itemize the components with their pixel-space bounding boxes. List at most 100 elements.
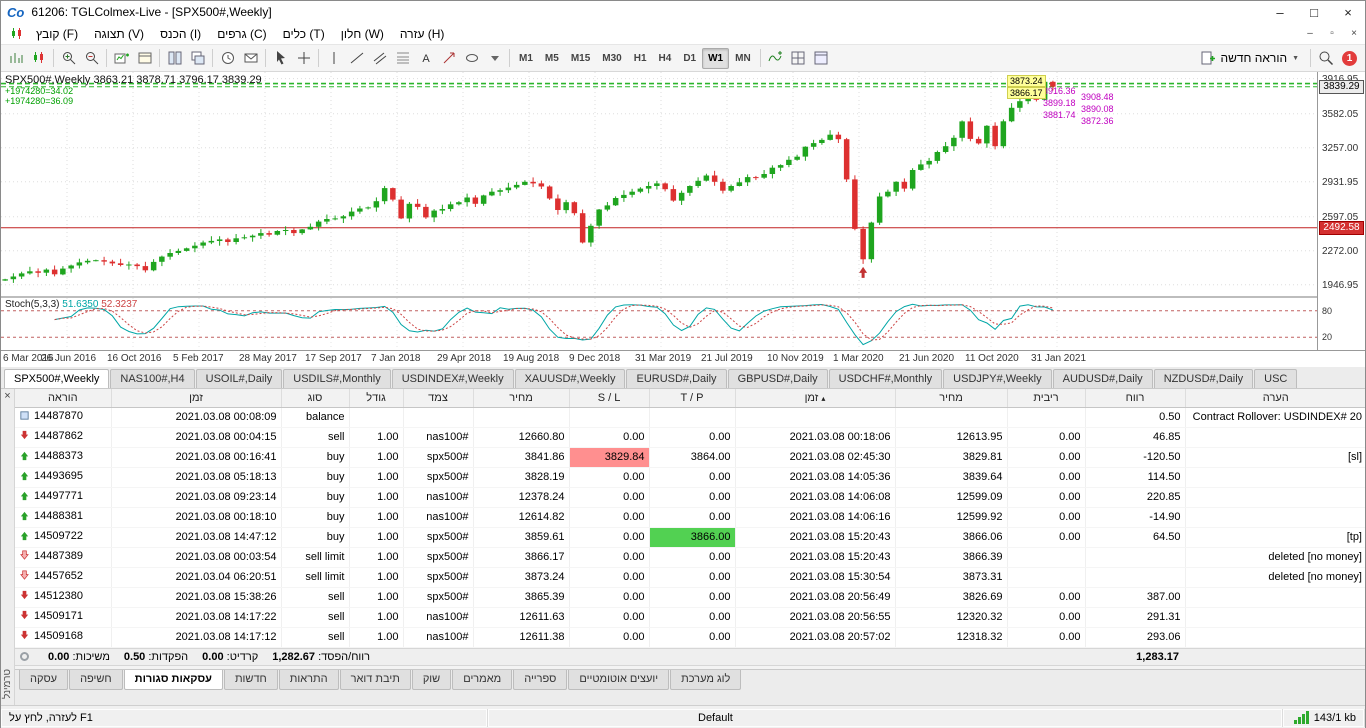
zoom-in-icon[interactable]	[57, 47, 80, 70]
charts-grid-icon[interactable]	[787, 47, 810, 70]
timeframe-H1[interactable]: H1	[628, 48, 653, 69]
timeframe-M5[interactable]: M5	[539, 48, 565, 69]
export-icon[interactable]	[239, 47, 262, 70]
history-row[interactable]: 14509168 2021.03.08 14:17:12 sell 1.00 nas10…	[15, 627, 1365, 648]
new-order-button[interactable]: הוראה חדשה ▼	[1192, 47, 1307, 69]
terminal-tab-experts[interactable]: יועצים אוטומטיים	[568, 670, 670, 690]
menu-insert[interactable]: הכנס (I)	[152, 25, 209, 43]
order-price-tag[interactable]: 3899.18	[1043, 98, 1076, 108]
indicators-icon[interactable]	[764, 47, 787, 70]
channel-icon[interactable]	[368, 47, 391, 70]
terminal-tab-library[interactable]: ספרייה	[513, 670, 568, 690]
col-comment[interactable]: הערה	[1185, 389, 1365, 408]
history-row[interactable]: 14509722 2021.03.08 14:47:12 buy 1.00 spx500…	[15, 527, 1365, 548]
history-row[interactable]: 14487389 2021.03.08 00:03:54 sell limit 1.0…	[15, 547, 1365, 568]
chart-tab-USOIL-Daily[interactable]: USOIL#,Daily	[195, 369, 283, 388]
col-open-price[interactable]: מחיר	[473, 389, 570, 408]
bar-chart-icon[interactable]	[4, 47, 27, 70]
terminal-tab-articles[interactable]: מאמרים	[452, 670, 513, 690]
terminal-close-icon[interactable]: ×	[4, 390, 10, 403]
col-close-time[interactable]: זמן ▴	[735, 389, 896, 408]
notification-badge[interactable]: 1	[1342, 50, 1357, 66]
timeframe-MN[interactable]: MN	[729, 48, 757, 69]
order-price-tag[interactable]: 3908.48	[1081, 92, 1114, 102]
arrows-icon[interactable]	[437, 47, 460, 70]
menu-help[interactable]: עזרה (H)	[392, 25, 453, 43]
menu-tools[interactable]: כלים (T)	[275, 25, 333, 43]
maximize-button[interactable]: □	[1297, 1, 1331, 23]
cursor-icon[interactable]	[269, 47, 292, 70]
col-symbol[interactable]: צמד	[403, 389, 474, 408]
fibonacci-icon[interactable]	[391, 47, 414, 70]
mdi-close-button[interactable]: ×	[1343, 28, 1365, 39]
history-row[interactable]: 14488381 2021.03.08 00:18:10 buy 1.00 nas100…	[15, 507, 1365, 528]
price-axis[interactable]: 3916.953582.053257.002931.952597.052272.…	[1317, 72, 1365, 350]
search-icon[interactable]	[1314, 47, 1337, 70]
terminal-tab-alerts[interactable]: התראות	[278, 670, 339, 690]
chart-menu-icon[interactable]	[5, 22, 28, 45]
history-row[interactable]: 14487870 2021.03.08 00:08:09 balance 0.50 Co…	[15, 407, 1365, 428]
chart-tab-EURUSD-Daily[interactable]: EURUSD#,Daily	[626, 369, 727, 388]
text-icon[interactable]: A	[414, 47, 437, 70]
profiles-icon[interactable]	[133, 47, 156, 70]
close-button[interactable]: ×	[1331, 1, 1365, 23]
col-order[interactable]: הוראה	[15, 389, 112, 408]
terminal-tab-exposure[interactable]: חשיפה	[69, 670, 123, 690]
timeframe-M1[interactable]: M1	[513, 48, 539, 69]
terminal-tab-trade[interactable]: עסקה	[19, 670, 69, 690]
chart-tab-USDJPY-Weekly[interactable]: USDJPY#,Weekly	[943, 369, 1052, 388]
order-price-tag[interactable]: 3881.74	[1043, 110, 1076, 120]
chart-tab-USDINDEX-Weekly[interactable]: USDINDEX#,Weekly	[391, 369, 514, 388]
chart-tab-AUDUSD-Daily[interactable]: AUDUSD#,Daily	[1052, 369, 1153, 388]
history-row[interactable]: 14497771 2021.03.08 09:23:14 buy 1.00 nas100…	[15, 487, 1365, 508]
pending-order-tag[interactable]: 3866.17	[1007, 87, 1046, 99]
col-type[interactable]: סוג	[281, 389, 350, 408]
col-swap[interactable]: ריבית	[1007, 389, 1086, 408]
terminal-tab-mailbox[interactable]: תיבת דואר	[339, 670, 411, 690]
pending-order-tag[interactable]: 3873.24	[1007, 75, 1046, 87]
terminal-tab-news[interactable]: חדשות	[223, 670, 278, 690]
crosshair-icon[interactable]	[292, 47, 315, 70]
col-sl[interactable]: S / L	[569, 389, 650, 408]
cascade-windows-icon[interactable]	[186, 47, 209, 70]
chart-tab-NAS100-H4[interactable]: NAS100#,H4	[110, 369, 195, 388]
candle-chart-icon[interactable]	[27, 47, 50, 70]
timeframe-H4[interactable]: H4	[653, 48, 678, 69]
history-row[interactable]: 14488373 2021.03.08 00:16:41 buy 1.00 spx500…	[15, 447, 1365, 468]
zoom-out-icon[interactable]	[80, 47, 103, 70]
mdi-minimize-button[interactable]: –	[1299, 28, 1321, 39]
minimize-button[interactable]: –	[1263, 1, 1297, 23]
menu-view[interactable]: תצוגה (V)	[86, 25, 152, 43]
order-price-tag[interactable]: 3890.08	[1081, 104, 1114, 114]
col-close-price[interactable]: מחיר	[895, 389, 1008, 408]
terminal-tab-market[interactable]: שוק	[411, 670, 452, 690]
chart-tab-SPX500-Weekly[interactable]: SPX500#,Weekly	[4, 369, 110, 388]
col-size[interactable]: גודל	[349, 389, 404, 408]
new-chart-icon[interactable]	[110, 47, 133, 70]
order-price-tag[interactable]: 3916.36	[1043, 86, 1076, 96]
tile-windows-icon[interactable]	[163, 47, 186, 70]
chart-canvas[interactable]: SPX500#,Weekly 3863.21 3878.71 3796.17 3…	[1, 72, 1319, 296]
timeframe-M15[interactable]: M15	[565, 48, 596, 69]
col-tp[interactable]: T / P	[649, 389, 736, 408]
history-row[interactable]: 14487862 2021.03.08 00:04:15 sell 1.00 nas10…	[15, 427, 1365, 448]
ellipse-icon[interactable]	[460, 47, 483, 70]
clock-icon[interactable]	[216, 47, 239, 70]
timeframe-M30[interactable]: M30	[596, 48, 627, 69]
chart-tab-USDILS-Monthly[interactable]: USDILS#,Monthly	[283, 369, 391, 388]
vline-icon[interactable]	[322, 47, 345, 70]
chart-tab-NZDUSD-Daily[interactable]: NZDUSD#,Daily	[1153, 369, 1254, 388]
history-row[interactable]: 14493695 2021.03.08 05:18:13 buy 1.00 spx500…	[15, 467, 1365, 488]
history-row[interactable]: 14512380 2021.03.08 15:38:26 sell 1.00 spx50…	[15, 587, 1365, 608]
trendline-icon[interactable]	[345, 47, 368, 70]
terminal-tab-journal[interactable]: לוג מערכת	[670, 670, 742, 690]
col-profit[interactable]: רווח	[1085, 389, 1186, 408]
shapes-more-icon[interactable]	[483, 47, 506, 70]
menu-charts[interactable]: גרפים (C)	[209, 25, 274, 43]
chart-tab-USDCHF-Monthly[interactable]: USDCHF#,Monthly	[828, 369, 943, 388]
mdi-restore-button[interactable]: ▫	[1321, 28, 1343, 39]
chart-tab-USC[interactable]: USC	[1254, 369, 1298, 388]
terminal-tab-account-history[interactable]: עסקאות סגורות	[123, 670, 223, 690]
order-price-tag[interactable]: 3872.36	[1081, 116, 1114, 126]
history-row[interactable]: 14509171 2021.03.08 14:17:22 sell 1.00 nas10…	[15, 607, 1365, 628]
